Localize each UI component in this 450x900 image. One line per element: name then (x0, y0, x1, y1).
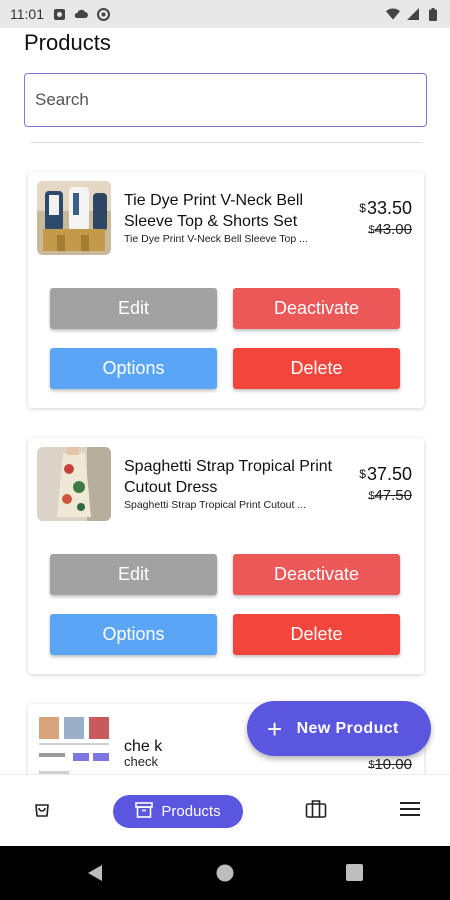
product-old-price: $10.00 (368, 756, 412, 773)
product-thumbnail[interactable] (37, 447, 111, 521)
deactivate-button[interactable]: Deactivate (233, 288, 400, 329)
cellular-signal-icon (406, 7, 420, 21)
product-old-price: $47.50 (368, 487, 412, 504)
bottom-navigation: Products (0, 774, 450, 846)
edit-button[interactable]: Edit (50, 554, 217, 595)
price-block: $33.50 $43.00 (359, 198, 412, 238)
system-navigation-bar (0, 846, 450, 900)
options-button[interactable]: Options (50, 348, 217, 389)
delete-button[interactable]: Delete (233, 348, 400, 389)
archive-box-icon (135, 801, 154, 822)
price-block: $10.00 (368, 754, 412, 773)
product-card: Tie Dye Print V-Neck Bell Sleeve Top & S… (28, 172, 424, 408)
nav-products-label: Products (161, 803, 221, 820)
delete-button[interactable]: Delete (233, 614, 400, 655)
plus-icon: + (267, 713, 283, 744)
search-field[interactable] (24, 73, 427, 127)
status-time: 11:01 (10, 6, 44, 22)
recents-icon[interactable] (346, 864, 363, 886)
nav-business[interactable] (300, 795, 332, 828)
product-price: $37.50 (359, 464, 412, 484)
menu-icon (400, 801, 420, 822)
product-old-price: $43.00 (368, 221, 412, 238)
product-subtitle: Spaghetti Strap Tropical Print Cutout ..… (124, 499, 307, 511)
nav-menu[interactable] (394, 795, 426, 828)
nav-products[interactable]: Products (113, 795, 243, 828)
notification-icon (52, 7, 66, 21)
nav-orders[interactable] (26, 795, 58, 828)
price-block: $37.50 $47.50 (359, 464, 412, 504)
product-price: $33.50 (359, 198, 412, 218)
new-product-button[interactable]: + New Product (247, 701, 431, 756)
back-icon[interactable] (86, 864, 104, 887)
status-bar: 11:01 (0, 0, 450, 28)
product-subtitle: Tie Dye Print V-Neck Bell Sleeve Top ... (124, 233, 308, 245)
product-card: Spaghetti Strap Tropical Print Cutout Dr… (28, 438, 424, 674)
home-icon[interactable] (216, 864, 234, 887)
cloud-icon (74, 7, 88, 21)
product-name[interactable]: Spaghetti Strap Tropical Print Cutout Dr… (124, 456, 344, 498)
page-title: Products (24, 30, 111, 55)
briefcase-icon (305, 799, 327, 824)
search-input[interactable] (35, 90, 416, 110)
edit-button[interactable]: Edit (50, 288, 217, 329)
shopping-bag-icon (33, 800, 51, 823)
wifi-icon (386, 7, 400, 21)
product-thumbnail[interactable] (37, 181, 111, 255)
options-button[interactable]: Options (50, 614, 217, 655)
divider (30, 142, 422, 143)
new-product-label: New Product (296, 719, 399, 737)
deactivate-button[interactable]: Deactivate (233, 554, 400, 595)
at-sign-icon (96, 7, 110, 21)
battery-icon (426, 7, 440, 21)
product-subtitle: check (124, 754, 158, 769)
product-name[interactable]: Tie Dye Print V-Neck Bell Sleeve Top & S… (124, 190, 344, 232)
